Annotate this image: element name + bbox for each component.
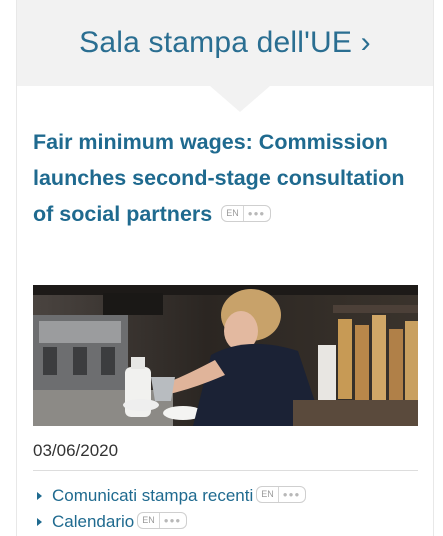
article-headline: Fair minimum wages: Commission launches … bbox=[33, 130, 405, 226]
language-selector[interactable]: EN ●●● bbox=[221, 205, 272, 223]
language-code: EN bbox=[138, 513, 160, 528]
language-code: EN bbox=[257, 487, 279, 502]
recent-press-releases-link[interactable]: Comunicati stampa recenti bbox=[52, 486, 253, 506]
press-room-title: Sala stampa dell'UE › bbox=[79, 26, 371, 59]
article-headline-link[interactable]: Fair minimum wages: Commission launches … bbox=[33, 124, 423, 232]
list-item: Comunicati stampa recenti EN ●●● bbox=[37, 483, 307, 509]
bullet-arrow-icon bbox=[37, 492, 42, 500]
language-code: EN bbox=[222, 206, 244, 222]
article-photo[interactable] bbox=[33, 285, 418, 426]
header-pointer-arrow bbox=[210, 86, 270, 112]
more-languages-icon: ●●● bbox=[247, 209, 266, 219]
more-languages-icon: ●●● bbox=[282, 490, 301, 499]
language-selector[interactable]: EN ●●● bbox=[137, 512, 188, 529]
related-links-list: Comunicati stampa recenti EN ●●● Calenda… bbox=[37, 483, 307, 535]
list-item: Calendario EN ●●● bbox=[37, 509, 306, 535]
article-date: 03/06/2020 bbox=[33, 441, 119, 460]
divider bbox=[33, 470, 418, 471]
press-room-header-link[interactable]: Sala stampa dell'UE › bbox=[17, 0, 433, 86]
press-room-panel: Sala stampa dell'UE › Fair minimum wages… bbox=[16, 0, 434, 536]
more-languages-icon: ●●● bbox=[163, 516, 182, 525]
barista-photo-illustration bbox=[33, 285, 418, 426]
language-selector[interactable]: EN ●●● bbox=[256, 486, 307, 503]
bullet-arrow-icon bbox=[37, 518, 42, 526]
calendar-link[interactable]: Calendario bbox=[52, 512, 134, 532]
